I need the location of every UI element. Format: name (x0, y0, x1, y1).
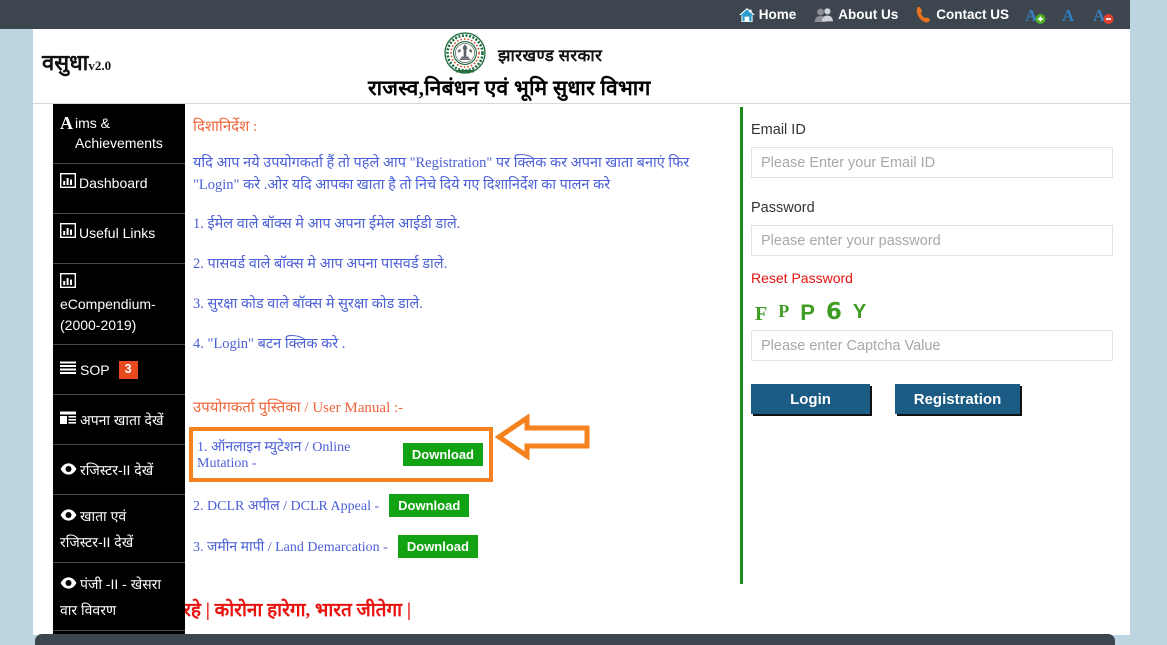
sidebar-item-panji-2-khesra[interactable]: पंजी -II - खेसरा वार विवरण (53, 563, 185, 632)
letter-a-icon: A (60, 113, 73, 133)
download-button-online-mutation[interactable]: Download (402, 442, 483, 466)
font-increase-icon[interactable]: A (1018, 0, 1054, 29)
topbar-right-filler (1130, 0, 1167, 29)
footer-bar (35, 634, 1115, 645)
font-decrease-icon[interactable]: A (1086, 0, 1122, 29)
svg-text:A: A (1093, 6, 1106, 25)
sidebar-item-register-2-dekhen[interactable]: रजिस्टर-II देखें (53, 445, 185, 496)
left-sidebar: A ims & Achievements Dashboard Useful Li… (53, 104, 185, 635)
captcha-char-4: 6 (825, 299, 842, 325)
login-button-row: Login Registration (751, 384, 1104, 414)
brand-name: वसुधा (42, 50, 89, 75)
list-lines-icon (60, 360, 77, 380)
sop-count-badge: 3 (118, 361, 138, 379)
sidebar-item-label-2: वार विवरण (60, 601, 117, 618)
list-detail-icon (60, 410, 77, 430)
captcha-char-5: Y (852, 301, 867, 323)
site-brand: वसुधाv2.0 (42, 47, 111, 77)
manual-label: 3. जमीन मापी / Land Demarcation - (193, 539, 388, 555)
users-icon (814, 7, 834, 23)
sidebar-item-label: Dashboard (79, 174, 148, 191)
login-button[interactable]: Login (751, 384, 870, 414)
phone-icon (916, 6, 932, 23)
home-icon (738, 7, 755, 23)
svg-text:A: A (1062, 6, 1075, 25)
top-nav-links: Home About Us Contact US A A A (729, 0, 1122, 29)
nav-contact-us-label: Contact US (936, 7, 1009, 22)
government-name: झारखण्ड सरकार (498, 46, 603, 65)
manual-row-land-demarcation: 3. जमीन मापी / Land Demarcation - Downlo… (191, 529, 741, 564)
nav-about-us[interactable]: About Us (805, 0, 907, 29)
user-manual-heading: उपयोगकर्ता पुस्तिका / User Manual :- (193, 399, 404, 416)
guidelines-heading: दिशानिर्देश : (193, 119, 258, 135)
sidebar-item-label: SOP (80, 361, 110, 378)
sidebar-item-label-2: रजिस्टर-II देखें (60, 533, 134, 550)
instructions-panel: दिशानिर्देश : यदि आप नये उपयोगकर्ता हैं … (185, 104, 741, 635)
sidebar-item-label: खाता एवं (80, 508, 127, 525)
eye-icon (60, 574, 77, 594)
captcha-char-2: P (778, 301, 790, 321)
bar-chart-icon (59, 272, 77, 293)
download-button-land-demarcation[interactable]: Download (397, 534, 478, 558)
sidebar-item-label: रजिस्टर-II देखें (80, 461, 154, 478)
email-input[interactable] (751, 147, 1113, 178)
download-button-dclr-appeal[interactable]: Download (389, 493, 470, 517)
login-panel: Email ID Password Reset Password F P P 6… (750, 104, 1122, 414)
captcha-char-1: F (755, 303, 768, 325)
brand-version: v2.0 (88, 58, 112, 73)
captcha-image: F P P 6 Y (751, 294, 1104, 327)
captcha-input[interactable] (751, 330, 1113, 361)
eye-icon (60, 506, 77, 526)
sidebar-item-aims-achievements[interactable]: A ims & Achievements (53, 104, 185, 164)
top-navigation-bar: Home About Us Contact US A A A (0, 0, 1130, 29)
captcha-char-3: P (800, 300, 815, 325)
guideline-step-4: 4. "Login" बटन क्लिक करे . (193, 335, 346, 352)
svg-text:A: A (1025, 6, 1038, 25)
page-root: Home About Us Contact US A A A वसुधाv2.0… (0, 0, 1167, 645)
email-label: Email ID (751, 122, 806, 138)
guideline-step-2: 2. पासवर्ड वाले बॉक्स मे आप अपना पासवर्ड… (193, 255, 448, 272)
covid-awareness-banner: क्षित रहे | कोरोना हारेगा, भारत जीतेगा | (185, 600, 412, 621)
sidebar-item-ecompendium[interactable]: eCompendium- (2000-2019) (53, 264, 185, 346)
eye-icon (60, 460, 77, 480)
registration-button[interactable]: Registration (895, 384, 1020, 414)
reset-password-link[interactable]: Reset Password (751, 270, 853, 286)
site-header: वसुधाv2.0 झारखण्ड सरकार राजस्व,निबंधन एव… (33, 29, 1130, 104)
nav-home[interactable]: Home (729, 0, 806, 29)
guideline-step-3: 3. सुरक्षा कोड वाले बॉक्स मे सुरक्षा कोड… (193, 295, 423, 312)
sidebar-item-useful-links[interactable]: Useful Links (53, 214, 185, 264)
sidebar-item-label: ims & Achievements (75, 115, 163, 152)
sidebar-item-label: Useful Links (79, 224, 156, 241)
bar-chart-icon (59, 172, 77, 193)
vertical-divider (740, 107, 743, 584)
department-name: राजस्व,निबंधन एवं भूमि सुधार विभाग (368, 76, 651, 100)
nav-contact-us[interactable]: Contact US (907, 0, 1018, 29)
sidebar-item-dashboard[interactable]: Dashboard (53, 164, 185, 214)
manual-row-online-mutation: 1. ऑनलाइन म्युटेशन / Online Mutation - D… (189, 426, 493, 482)
font-normal-icon[interactable]: A (1054, 0, 1086, 29)
guidelines-intro: यदि आप नये उपयोगकर्ता हैं तो पहले आप "Re… (193, 155, 690, 194)
page-card: वसुधाv2.0 झारखण्ड सरकार राजस्व,निबंधन एव… (33, 29, 1130, 635)
nav-home-label: Home (758, 7, 797, 22)
sidebar-item-sop[interactable]: SOP 3 (53, 345, 185, 396)
page-body: A ims & Achievements Dashboard Useful Li… (33, 104, 1130, 635)
sidebar-item-khata-register-2-dekhen[interactable]: खाता एवं रजिस्टर-II देखें (53, 495, 185, 564)
manual-row-dclr-appeal: 2. DCLR अपील / DCLR Appeal - Download (191, 488, 741, 523)
sidebar-item-label: eCompendium- (60, 295, 156, 312)
jharkhand-government-emblem (443, 32, 487, 76)
sidebar-item-label-2: (2000-2019) (60, 317, 137, 334)
sidebar-item-label: पंजी -II - खेसरा (80, 576, 162, 593)
left-pointing-arrow (494, 413, 591, 465)
bar-chart-icon (59, 222, 77, 243)
sidebar-item-apna-khata-dekhen[interactable]: अपना खाता देखें (53, 395, 185, 446)
sidebar-item-label: अपना खाता देखें (80, 411, 164, 428)
manual-label: 1. ऑनलाइन म्युटेशन / Online Mutation - (197, 439, 351, 471)
password-label: Password (751, 200, 815, 216)
manual-label: 2. DCLR अपील / DCLR Appeal - (193, 498, 380, 514)
guideline-step-1: 1. ईमेल वाले बॉक्स मे आप अपना ईमेल आईडी … (193, 215, 461, 232)
password-input[interactable] (751, 225, 1113, 256)
nav-about-us-label: About Us (838, 7, 899, 22)
